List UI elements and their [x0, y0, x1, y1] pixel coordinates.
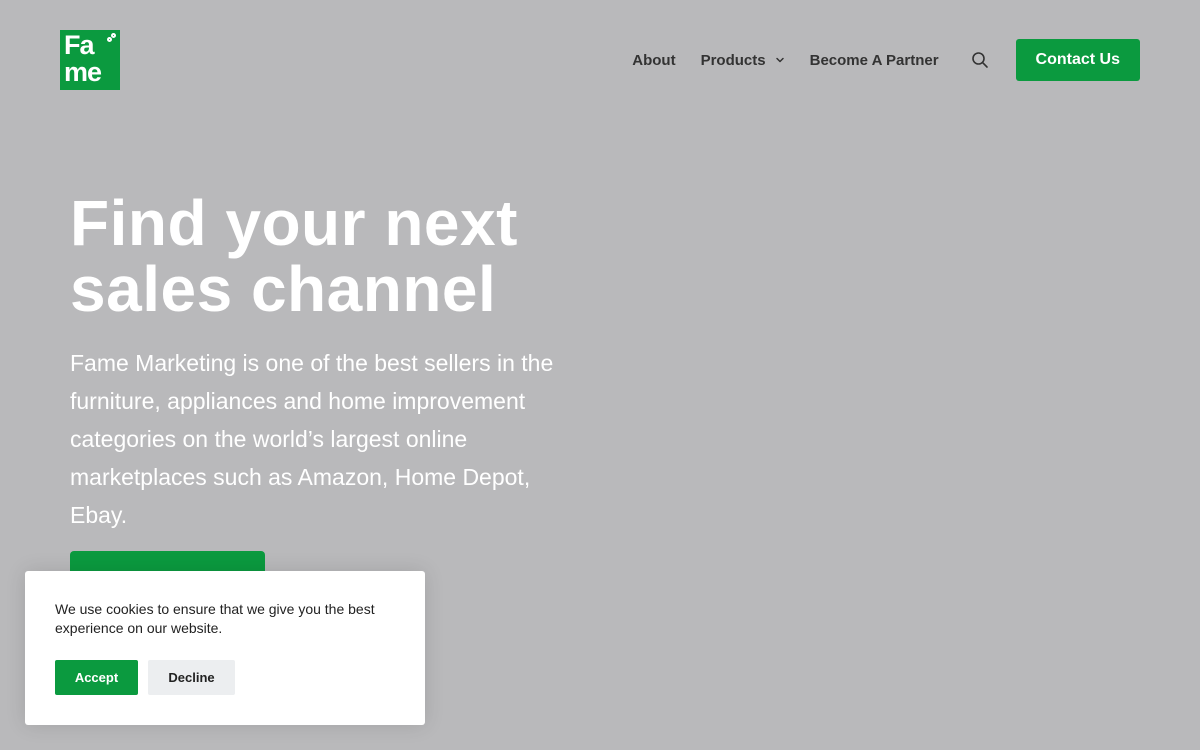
site-header: Fa me About Products Become A Partner Co…: [0, 0, 1200, 120]
search-icon[interactable]: [971, 51, 989, 69]
nav-products-label: Products: [700, 51, 766, 69]
fame-logo[interactable]: Fa me: [60, 30, 120, 90]
decline-cookies-button[interactable]: Decline: [148, 660, 235, 695]
nav-become-partner[interactable]: Become A Partner: [810, 52, 939, 69]
hero-description: Fame Marketing is one of the best seller…: [70, 350, 554, 528]
logo-text-top: Fa: [64, 30, 94, 60]
chevron-down-icon: [775, 57, 784, 63]
hero-section: Find your next sales channel Fame Market…: [70, 190, 590, 534]
accept-cookies-button[interactable]: Accept: [55, 660, 138, 695]
nav-become-partner-label: Become A Partner: [809, 51, 939, 69]
nav-about-label: About: [632, 51, 676, 69]
hero-title: Find your next sales channel: [70, 190, 630, 322]
hero-title-line1: Find your next: [70, 187, 518, 259]
contact-us-button[interactable]: Contact Us: [1015, 39, 1140, 81]
hero-title-line2: sales channel: [70, 253, 497, 325]
cookie-message: We use cookies to ensure that we give yo…: [55, 601, 375, 636]
main-nav: About Products Become A Partner Contact …: [632, 39, 1140, 81]
nav-products[interactable]: Products: [701, 52, 785, 69]
cookie-actions: Accept Decline: [55, 660, 235, 695]
nav-about[interactable]: About: [632, 52, 675, 69]
logo-accent-dots: [107, 33, 117, 43]
cookie-consent-banner: We use cookies to ensure that we give yo…: [25, 571, 425, 725]
logo-text-bottom: me: [64, 57, 102, 87]
